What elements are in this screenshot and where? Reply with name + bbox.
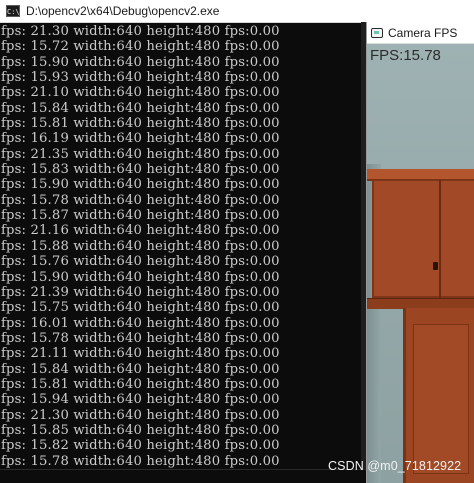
console-line: fps: 15.94 width:640 height:480 fps:0.00 <box>1 392 280 408</box>
console-line: fps: 15.84 width:640 height:480 fps:0.00 <box>1 361 280 377</box>
cabinet-cornice <box>367 169 474 181</box>
console-line: fps: 15.90 width:640 height:480 fps:0.00 <box>1 269 280 285</box>
console-line: fps: 16.19 width:640 height:480 fps:0.00 <box>1 131 280 147</box>
console-line: fps: 21.11 width:640 height:480 fps:0.00 <box>1 346 280 362</box>
console-output: fps: 21.30 width:640 height:480 fps:0.00… <box>1 24 361 469</box>
console-bottom-edge <box>0 469 366 483</box>
console-line: fps: 21.10 width:640 height:480 fps:0.00 <box>1 85 280 101</box>
console-line: fps: 21.30 width:640 height:480 fps:0.00 <box>1 407 280 423</box>
console-window: C:\ D:\opencv2\x64\Debug\opencv2.exe fps… <box>0 0 366 483</box>
console-line: fps: 15.81 width:640 height:480 fps:0.00 <box>1 116 280 132</box>
camera-window-title: Camera FPS <box>388 25 458 40</box>
console-line: fps: 16.01 width:640 height:480 fps:0.00 <box>1 315 280 331</box>
console-line: fps: 15.75 width:640 height:480 fps:0.00 <box>1 300 280 316</box>
cabinet-lower-panel <box>413 324 469 474</box>
cabinet-handle <box>433 262 438 270</box>
console-line: fps: 15.78 width:640 height:480 fps:0.00 <box>1 192 280 208</box>
console-line: fps: 15.78 width:640 height:480 fps:0.00 <box>1 330 280 346</box>
console-line: fps: 21.35 width:640 height:480 fps:0.00 <box>1 146 280 162</box>
camera-app-icon <box>371 27 383 38</box>
console-line: fps: 15.78 width:640 height:480 fps:0.00 <box>1 453 280 469</box>
console-line: fps: 15.88 width:640 height:480 fps:0.00 <box>1 238 280 254</box>
cabinet-upper <box>372 174 474 298</box>
cabinet-door-gap <box>439 179 441 298</box>
console-line: fps: 15.76 width:640 height:480 fps:0.00 <box>1 254 280 270</box>
console-line: fps: 21.30 width:640 height:480 fps:0.00 <box>1 24 280 39</box>
camera-title-bar[interactable]: Camera FPS <box>367 22 474 44</box>
console-line: fps: 15.81 width:640 height:480 fps:0.00 <box>1 376 280 392</box>
console-line: fps: 15.83 width:640 height:480 fps:0.00 <box>1 162 280 178</box>
console-line: fps: 15.90 width:640 height:480 fps:0.00 <box>1 54 280 70</box>
console-line: fps: 15.82 width:640 height:480 fps:0.00 <box>1 438 280 454</box>
console-line: fps: 15.72 width:640 height:480 fps:0.00 <box>1 39 280 55</box>
csdn-watermark: CSDN @m0_71812922 <box>328 459 462 473</box>
console-line: fps: 15.84 width:640 height:480 fps:0.00 <box>1 100 280 116</box>
console-window-title: D:\opencv2\x64\Debug\opencv2.exe <box>26 4 220 18</box>
console-title-bar[interactable]: C:\ D:\opencv2\x64\Debug\opencv2.exe <box>0 0 366 23</box>
console-line: fps: 15.87 width:640 height:480 fps:0.00 <box>1 208 280 224</box>
camera-window: Camera FPS FPS:15.78 <box>366 22 474 483</box>
camera-feed: FPS:15.78 <box>367 44 474 483</box>
console-line: fps: 15.90 width:640 height:480 fps:0.00 <box>1 177 280 193</box>
console-app-icon: C:\ <box>6 5 20 17</box>
console-line: fps: 15.85 width:640 height:480 fps:0.00 <box>1 422 280 438</box>
console-line: fps: 21.16 width:640 height:480 fps:0.00 <box>1 223 280 239</box>
fps-overlay-text: FPS:15.78 <box>370 47 441 64</box>
console-line: fps: 15.93 width:640 height:480 fps:0.00 <box>1 70 280 86</box>
console-line: fps: 21.39 width:640 height:480 fps:0.00 <box>1 284 280 300</box>
